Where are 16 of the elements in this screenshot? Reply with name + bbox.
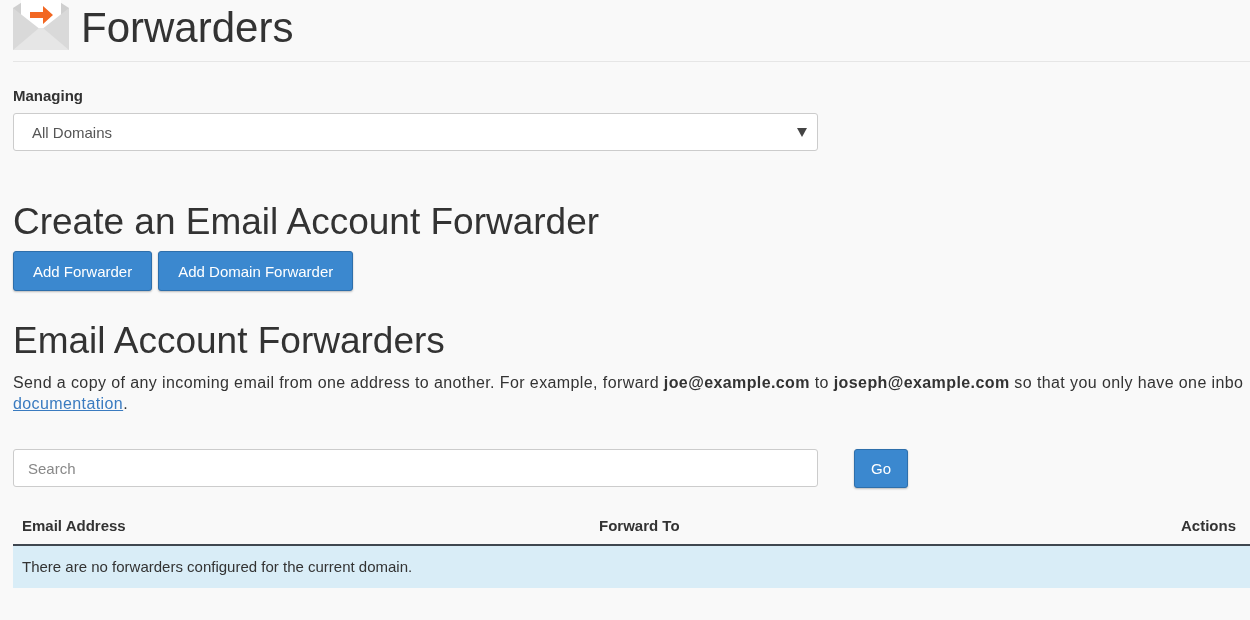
column-header: Actions bbox=[958, 507, 1250, 545]
section-heading: Create an Email Account Forwarder bbox=[13, 200, 601, 244]
column-header: Forward To bbox=[590, 507, 959, 545]
managing-label: Managing bbox=[13, 87, 84, 105]
page-title: Forwarders bbox=[81, 3, 294, 49]
search-field[interactable]: Search bbox=[13, 449, 818, 488]
add-forwarder-button[interactable]: Add Forwarder bbox=[13, 251, 153, 292]
go-button[interactable]: Go bbox=[854, 448, 908, 488]
column-header: Email Address bbox=[13, 507, 590, 545]
section-heading: Email Account Forwarders bbox=[13, 319, 446, 364]
dropdown-caret-icon bbox=[797, 127, 807, 137]
add-domain-forwarder-button[interactable]: Add Domain Forwarder bbox=[158, 251, 354, 292]
domain-select[interactable]: All Domains bbox=[13, 113, 818, 151]
documentation-link[interactable]: documentation bbox=[13, 394, 124, 412]
description-text: Send a copy of any incoming email from one address to another. For example, forward joe@example.com to joseph@example.com so that you only have one inbo documentation. bbox=[13, 372, 1245, 414]
empty-table-message: There are no forwarders configured for the current domain. bbox=[13, 544, 1250, 588]
